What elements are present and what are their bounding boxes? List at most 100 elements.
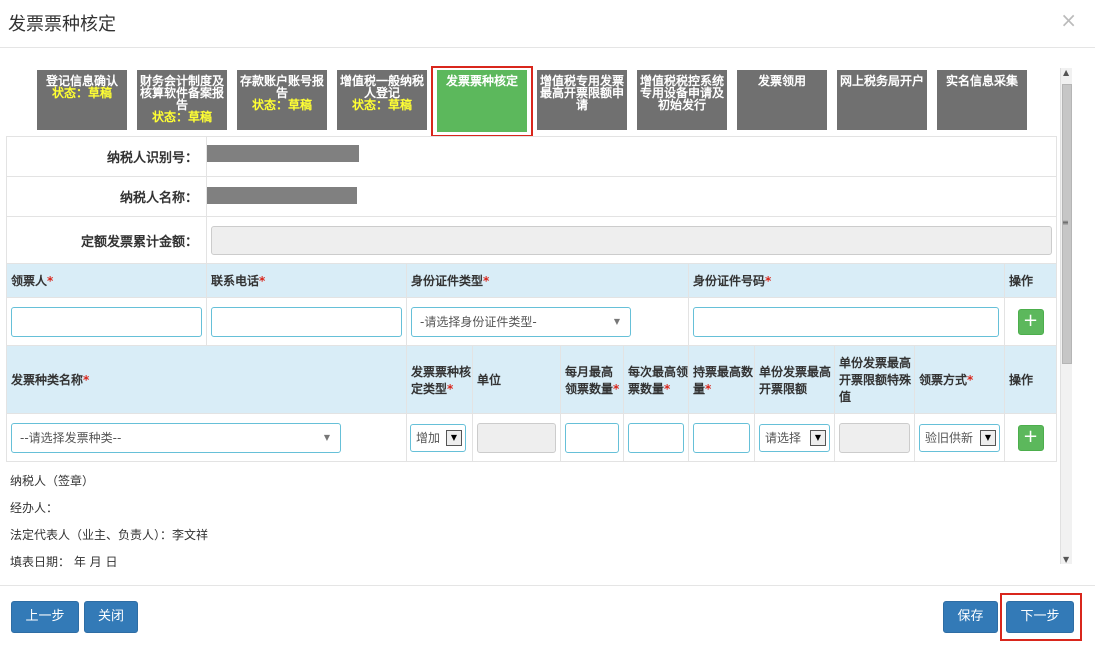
quota-amount-cell bbox=[205, 216, 1058, 264]
active-step-highlight bbox=[431, 66, 533, 137]
step-vat-limit-application[interactable]: 增值税专用发票最高开票限额申请 bbox=[537, 70, 627, 130]
taxpayer-id-value bbox=[205, 136, 1058, 177]
id-type-select[interactable]: -请选择身份证件类型- ▼ bbox=[411, 306, 631, 337]
invoice-input-row: --请选择发票种类-- ▼ 增加 ▼ 请选择 ▼ 验旧供新 ▼ + bbox=[6, 413, 1058, 462]
hold-max-input[interactable] bbox=[693, 422, 750, 453]
special-input[interactable] bbox=[839, 422, 910, 453]
step-invoice-pickup[interactable]: 发票领用 bbox=[737, 70, 827, 130]
invoice-name-cell: --请选择发票种类-- ▼ bbox=[6, 413, 407, 462]
taxpayer-name-row: 纳税人名称： bbox=[6, 176, 1058, 217]
monthly-max-input[interactable] bbox=[565, 422, 619, 453]
step-status: 状态：草稿 bbox=[51, 86, 112, 100]
required-mark: * bbox=[765, 274, 772, 288]
header-text: 领票人 bbox=[11, 274, 48, 288]
save-button[interactable]: 保存 bbox=[943, 601, 998, 633]
step-tax-control-device[interactable]: 增值税税控系统专用设备申请及初始发行 bbox=[637, 70, 727, 130]
prev-step-button[interactable]: 上一步 bbox=[11, 601, 79, 633]
monthly-cell bbox=[560, 413, 624, 462]
quota-amount-input[interactable] bbox=[211, 225, 1053, 255]
header-id-type: 身份证件类型* bbox=[406, 263, 689, 298]
add-invoice-button[interactable]: + bbox=[1017, 424, 1044, 451]
each-cell bbox=[623, 413, 689, 462]
step-register-confirm[interactable]: 登记信息确认 状态：草稿 bbox=[37, 70, 127, 130]
note-fill-date: 填表日期： 年 月 日 bbox=[10, 555, 118, 567]
vertical-scrollbar[interactable]: ▲ ≡ ▼ bbox=[1060, 68, 1072, 564]
masked-value bbox=[207, 145, 359, 162]
header-invoice-name: 发票种类名称* bbox=[6, 345, 407, 414]
step-label: 发票领用 bbox=[757, 74, 806, 88]
method-select[interactable]: 验旧供新 ▼ bbox=[919, 423, 1000, 452]
header-unit: 单位 bbox=[472, 345, 561, 414]
dialog-header: 发票票种核定 × bbox=[0, 0, 1095, 48]
select-placeholder: --请选择发票种类-- bbox=[20, 430, 122, 445]
invoice-name-select[interactable]: --请选择发票种类-- ▼ bbox=[11, 422, 341, 453]
header-text: 每次最高领票数量 bbox=[628, 364, 689, 396]
step-status: 状态：草稿 bbox=[151, 110, 212, 124]
header-text: 身份证件号码 bbox=[693, 274, 766, 288]
recipient-cell bbox=[6, 297, 207, 346]
note-taxpayer-seal: 纳税人（签章） bbox=[10, 474, 95, 488]
header-hold-max: 持票最高数量* bbox=[688, 345, 755, 414]
dialog-title: 发票票种核定 bbox=[8, 14, 116, 35]
select-value: 增加 bbox=[416, 430, 441, 445]
step-label: 网上税务局开户 bbox=[839, 74, 924, 88]
recipient-input[interactable] bbox=[11, 306, 202, 337]
header-text: 身份证件类型 bbox=[411, 274, 484, 288]
required-mark: * bbox=[83, 373, 90, 387]
header-recipient: 领票人* bbox=[6, 263, 207, 298]
phone-cell bbox=[206, 297, 407, 346]
hold-cell bbox=[688, 413, 755, 462]
taxpayer-id-row: 纳税人识别号： bbox=[6, 136, 1058, 177]
header-each-max: 每次最高领票数量* bbox=[623, 345, 689, 414]
step-deposit-account[interactable]: 存款账户账号报告 状态：草稿 bbox=[237, 70, 327, 130]
note-legal-rep: 法定代表人（业主、负责人）：李文祥 bbox=[10, 528, 209, 542]
header-limit: 单份发票最高开票限额 bbox=[754, 345, 835, 414]
invoice-type-cell: 增加 ▼ bbox=[406, 413, 473, 462]
header-text: 每月最高领票数量 bbox=[565, 364, 614, 396]
invoice-header-row: 发票种类名称* 发票票种核定类型* 单位 每月最高领票数量* 每次最高领票数量*… bbox=[6, 345, 1058, 414]
step-vat-registration[interactable]: 增值税一般纳税人登记 状态：草稿 bbox=[337, 70, 427, 130]
taxpayer-name-label: 纳税人名称： bbox=[6, 176, 207, 217]
header-operation: 操作 bbox=[1003, 263, 1058, 298]
step-realname-collection[interactable]: 实名信息采集 bbox=[937, 70, 1027, 130]
select-value: 请选择 bbox=[765, 430, 802, 445]
scroll-down-icon[interactable]: ▼ bbox=[1063, 555, 1069, 564]
close-button[interactable]: 关闭 bbox=[84, 601, 138, 633]
phone-input[interactable] bbox=[211, 306, 402, 337]
step-accounting-report[interactable]: 财务会计制度及核算软件备案报告 状态：草稿 bbox=[137, 70, 227, 130]
header-invoice-type: 发票票种核定类型* bbox=[406, 345, 473, 414]
step-status: 状态：草稿 bbox=[251, 98, 312, 112]
method-cell: 验旧供新 ▼ bbox=[914, 413, 1005, 462]
step-online-account[interactable]: 网上税务局开户 bbox=[837, 70, 927, 130]
required-mark: * bbox=[664, 381, 671, 396]
chevron-down-icon: ▼ bbox=[446, 429, 462, 446]
invoice-type-select[interactable]: 增加 ▼ bbox=[410, 423, 466, 452]
taxpayer-name-value bbox=[205, 176, 1058, 217]
step-label: 增值税专用发票最高开票限额申请 bbox=[539, 74, 624, 112]
masked-value bbox=[207, 186, 357, 204]
step-label: 财务会计制度及核算软件备案报告 bbox=[139, 74, 224, 112]
required-mark: * bbox=[967, 373, 974, 387]
close-icon[interactable]: × bbox=[1060, 8, 1077, 32]
step-label: 实名信息采集 bbox=[945, 74, 1018, 88]
header-text: 持票最高数量 bbox=[693, 364, 754, 396]
dialog-footer bbox=[0, 585, 1095, 647]
recipient-header-row: 领票人* 联系电话* 身份证件类型* 身份证件号码* 操作 bbox=[6, 263, 1058, 298]
add-recipient-button[interactable]: + bbox=[1017, 308, 1044, 335]
id-number-cell bbox=[688, 297, 1005, 346]
limit-select[interactable]: 请选择 ▼ bbox=[759, 423, 830, 452]
required-mark: * bbox=[447, 381, 454, 396]
scroll-up-icon[interactable]: ▲ bbox=[1063, 68, 1069, 77]
header-monthly-max: 每月最高领票数量* bbox=[560, 345, 624, 414]
required-mark: * bbox=[613, 381, 620, 396]
note-handler: 经办人： bbox=[10, 501, 59, 515]
step-label: 存款账户账号报告 bbox=[239, 74, 324, 100]
required-mark: * bbox=[705, 381, 712, 396]
unit-input[interactable] bbox=[477, 422, 556, 453]
recipient-input-row: -请选择身份证件类型- ▼ + bbox=[6, 297, 1058, 346]
select-value: 验旧供新 bbox=[925, 430, 974, 445]
each-max-input[interactable] bbox=[628, 422, 684, 453]
id-number-input[interactable] bbox=[693, 306, 999, 337]
header-text: 发票种类名称 bbox=[11, 373, 84, 387]
header-id-number: 身份证件号码* bbox=[688, 263, 1005, 298]
